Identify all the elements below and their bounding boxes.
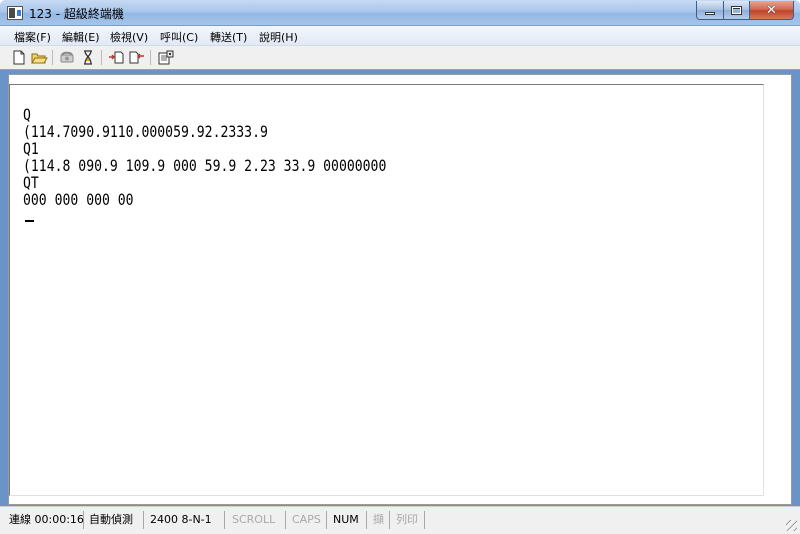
toolbar-separator (150, 50, 151, 65)
status-scroll: SCROLL (229, 511, 286, 529)
menu-transfer[interactable]: 轉送(T) (210, 29, 247, 45)
status-print-echo: 列印 (393, 511, 425, 529)
menu-file[interactable]: 檔案(F) (14, 29, 51, 45)
menu-help[interactable]: 說明(H) (259, 29, 298, 45)
status-caps: CAPS (289, 511, 327, 529)
title-bar[interactable]: 123 - 超級終端機 ✕ (0, 0, 800, 26)
disconnect-icon[interactable] (79, 49, 97, 66)
open-folder-icon[interactable] (30, 49, 48, 66)
terminal-line: (114.8 090.9 109.9 000 59.9 2.23 33.9 00… (23, 156, 387, 175)
maximize-button[interactable] (723, 1, 750, 20)
properties-icon[interactable] (157, 49, 175, 66)
hyperterminal-app-icon[interactable] (7, 6, 23, 20)
terminal-line: Q (23, 105, 31, 124)
terminal-line: 000 000 000 00 (23, 190, 134, 209)
send-file-icon[interactable] (107, 49, 125, 66)
menu-call[interactable]: 呼叫(C) (160, 29, 198, 45)
terminal-line: (114.7090.9110.000059.92.2333.9 (23, 122, 268, 141)
receive-file-icon[interactable] (128, 49, 146, 66)
status-capture: 擷 (370, 511, 390, 529)
status-bar: 連線 00:00:16 自動偵測 2400 8-N-1 SCROLL CAPS … (0, 506, 800, 534)
toolbar (0, 46, 800, 70)
terminal-line: QT (23, 173, 39, 192)
text-cursor (25, 220, 34, 222)
maximize-icon (731, 5, 742, 15)
status-auto-detect: 自動偵測 (86, 511, 144, 529)
status-port-settings: 2400 8-N-1 (147, 511, 225, 529)
menu-view[interactable]: 檢視(V) (110, 29, 148, 45)
status-connection-time: 連線 00:00:16 (6, 511, 84, 529)
minimize-button[interactable] (696, 1, 724, 20)
toolbar-separator (101, 50, 102, 65)
window-title: 123 - 超級終端機 (29, 7, 124, 21)
toolbar-separator (52, 50, 53, 65)
terminal-line: Q1 (23, 139, 39, 158)
resize-grip[interactable] (786, 520, 797, 531)
hyperterminal-window: 123 - 超級終端機 ✕ 檔案(F) 編輯(E) 檢視(V) 呼叫(C) 轉送… (0, 0, 800, 534)
new-document-icon[interactable] (10, 49, 28, 66)
minimize-icon (705, 12, 715, 15)
call-icon[interactable] (58, 49, 76, 66)
terminal-screen[interactable] (9, 84, 764, 496)
close-icon: ✕ (766, 2, 777, 18)
status-num: NUM (330, 511, 367, 529)
close-button[interactable]: ✕ (749, 1, 794, 20)
menu-edit[interactable]: 編輯(E) (62, 29, 100, 45)
menu-bar: 檔案(F) 編輯(E) 檢視(V) 呼叫(C) 轉送(T) 說明(H) (0, 26, 800, 46)
